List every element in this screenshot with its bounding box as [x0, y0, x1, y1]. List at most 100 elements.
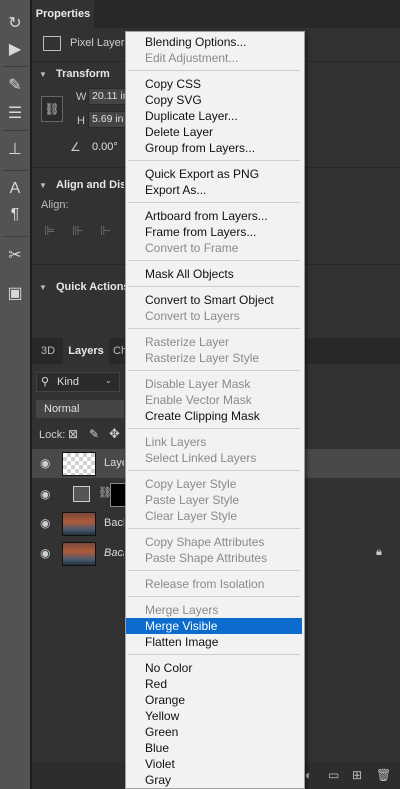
eye-icon[interactable]: ◉ — [40, 487, 54, 501]
lock-transparent-icon[interactable]: ⊠ — [68, 427, 78, 441]
menu-item-merge-visible[interactable]: Merge Visible — [126, 618, 302, 634]
lock-position-icon[interactable]: ✥ — [109, 426, 120, 442]
tab-3d[interactable]: 3D — [36, 338, 60, 364]
menu-separator — [128, 370, 300, 371]
menu-item-mask-all-objects[interactable]: Mask All Objects — [126, 266, 302, 282]
layer-thumbnail — [62, 542, 96, 566]
layer-name[interactable]: Layer 1 — [104, 457, 124, 469]
menu-item-paste-layer-style: Paste Layer Style — [145, 493, 240, 507]
menu-item-copy-css[interactable]: Copy CSS — [126, 76, 302, 92]
layer-kind-label: Pixel Layer — [70, 37, 125, 49]
menu-item-quick-export-as-png[interactable]: Quick Export as PNG — [126, 166, 302, 182]
menu-item-create-clipping-mask[interactable]: Create Clipping Mask — [126, 408, 302, 424]
transform-caret-icon[interactable]: ▼ — [39, 70, 47, 79]
menu-item-enable-vector-mask: Enable Vector Mask — [145, 393, 252, 407]
lock-icon: 🔒︎ — [376, 546, 382, 558]
link-icon[interactable]: ⛓ — [41, 96, 63, 122]
tools-panel: ↻ ▶ ✎ ☰ ⊥ A ¶ ✂ ▣ — [0, 0, 30, 789]
menu-item-convert-to-layers: Convert to Layers — [145, 309, 240, 323]
menu-item-orange[interactable]: Orange — [126, 692, 302, 708]
menu-item-blending-options[interactable]: Blending Options... — [126, 34, 302, 50]
menu-separator — [128, 596, 300, 597]
adjustment-layer-icon[interactable]: ◐ — [305, 768, 319, 782]
menu-item-red[interactable]: Red — [126, 676, 302, 692]
new-layer-icon[interactable]: ⊞ — [352, 768, 366, 782]
menu-item-convert-to-smart-object[interactable]: Convert to Smart Object — [126, 292, 302, 308]
menu-item-paste-shape-attributes: Paste Shape Attributes — [145, 551, 268, 565]
menu-separator — [128, 286, 300, 287]
align-header: Align and Distribute — [56, 179, 124, 191]
menu-item-gray[interactable]: Gray — [126, 772, 302, 788]
menu-item-violet[interactable]: Violet — [126, 756, 302, 772]
tab-layers[interactable]: Layers — [63, 338, 109, 364]
filter-kind-value: Kind — [57, 376, 80, 388]
menu-item-group-from-layers[interactable]: Group from Layers... — [126, 140, 302, 156]
character-icon[interactable]: A — [4, 178, 26, 200]
menu-separator — [128, 570, 300, 571]
menu-item-frame-from-layers[interactable]: Frame from Layers... — [126, 224, 302, 240]
search-icon: ⚲ — [41, 376, 50, 388]
menu-separator — [128, 202, 300, 203]
menu-item-rasterize-layer-style: Rasterize Layer Style — [145, 351, 260, 365]
menu-item-export-as[interactable]: Export As... — [126, 182, 302, 198]
menu-separator — [128, 528, 300, 529]
transform-header: Transform — [56, 68, 110, 80]
menu-separator — [128, 470, 300, 471]
align-right-icon[interactable]: ⊩ — [100, 223, 111, 239]
eye-icon[interactable]: ◉ — [40, 456, 54, 470]
menu-item-edit-adjustment: Edit Adjustment... — [145, 51, 239, 65]
clone-stamp-icon[interactable]: ⊥ — [4, 138, 26, 160]
blend-mode-select[interactable]: Normal — [36, 400, 124, 418]
align-caret-icon[interactable]: ▼ — [39, 181, 47, 190]
quick-actions-caret-icon[interactable]: ▼ — [39, 283, 47, 292]
menu-item-convert-to-frame: Convert to Frame — [145, 241, 239, 255]
tab-properties[interactable]: Properties — [32, 0, 94, 28]
angle-value[interactable]: 0.00° — [92, 141, 118, 153]
menu-item-no-color[interactable]: No Color — [126, 660, 302, 676]
menu-item-delete-layer[interactable]: Delete Layer — [126, 124, 302, 140]
eye-icon[interactable]: ◉ — [40, 516, 54, 530]
filter-kind-select[interactable]: ⚲ Kind ⌄ — [36, 372, 120, 392]
layer-name[interactable]: Background copy — [104, 517, 124, 529]
scissors-icon[interactable]: ✂ — [4, 244, 26, 266]
tab-channels[interactable]: Channels — [113, 338, 125, 364]
layer-thumbnail — [62, 452, 96, 476]
menu-item-select-linked-layers: Select Linked Layers — [145, 451, 257, 465]
height-label: H — [77, 115, 85, 127]
menu-separator — [128, 654, 300, 655]
eye-icon[interactable]: ◉ — [40, 546, 54, 560]
menu-item-link-layers: Link Layers — [145, 435, 207, 449]
menu-item-green[interactable]: Green — [126, 724, 302, 740]
menu-item-duplicate-layer[interactable]: Duplicate Layer... — [126, 108, 302, 124]
menu-item-yellow[interactable]: Yellow — [126, 708, 302, 724]
menu-separator — [128, 70, 300, 71]
menu-item-copy-shape-attributes: Copy Shape Attributes — [145, 535, 265, 549]
menu-item-artboard-from-layers[interactable]: Artboard from Layers... — [126, 208, 302, 224]
layer-thumbnail — [62, 512, 96, 536]
menu-separator — [128, 260, 300, 261]
width-label: W — [76, 91, 87, 103]
menu-item-copy-layer-style: Copy Layer Style — [145, 477, 237, 491]
adjustments-icon[interactable]: ☰ — [4, 102, 26, 124]
paragraph-icon[interactable]: ¶ — [4, 204, 26, 226]
history-brush-icon[interactable]: ↻ — [4, 12, 26, 34]
brush-settings-icon[interactable]: ✎ — [4, 74, 26, 96]
menu-separator — [128, 328, 300, 329]
layer-name[interactable]: Background — [104, 547, 124, 559]
play-icon[interactable]: ▶ — [4, 38, 26, 60]
align-left-icon[interactable]: ⊫ — [44, 223, 55, 239]
lock-brush-icon[interactable]: ✎ — [89, 427, 99, 441]
folder-icon[interactable]: ▭ — [328, 768, 342, 782]
lock-label: Lock: — [39, 429, 66, 441]
chevron-down-icon: ⌄ — [105, 376, 112, 385]
quick-actions-header: Quick Actions — [56, 281, 130, 293]
menu-item-flatten-image[interactable]: Flatten Image — [126, 634, 302, 650]
menu-item-blue[interactable]: Blue — [126, 740, 302, 756]
menu-item-release-from-isolation: Release from Isolation — [145, 577, 265, 591]
menu-item-copy-svg[interactable]: Copy SVG — [126, 92, 302, 108]
menu-separator — [128, 160, 300, 161]
align-center-icon[interactable]: ⊪ — [72, 223, 83, 239]
menu-item-merge-layers: Merge Layers — [145, 603, 219, 617]
trash-icon[interactable]: 🗑︎ — [376, 768, 391, 782]
libraries-icon[interactable]: ▣ — [4, 282, 26, 304]
